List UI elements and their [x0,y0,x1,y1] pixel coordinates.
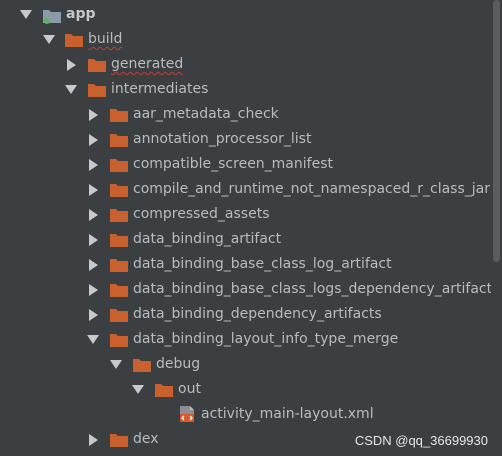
folder-icon [110,258,128,272]
tree-node-activity-main-layout-xml[interactable]: activity_main-layout.xml [0,402,502,427]
tree-node-compressed-assets[interactable]: compressed_assets [0,202,502,227]
watermark: CSDN @qq_36699930 [354,433,488,448]
collapse-arrow-icon[interactable] [89,284,98,296]
collapse-arrow-icon[interactable] [89,159,98,171]
tree-node-aar-metadata-check[interactable]: aar_metadata_check [0,102,502,127]
folder-icon [110,133,128,147]
tree-node-build[interactable]: build [0,27,502,52]
expand-arrow-icon[interactable] [110,360,122,369]
folder-icon [110,333,128,347]
tree-node-label: dex [133,431,159,447]
xml-file-icon [179,406,195,423]
collapse-arrow-icon[interactable] [67,59,76,71]
tree-node-label: activity_main-layout.xml [201,406,374,422]
folder-icon [110,108,128,122]
folder-icon [110,233,128,247]
collapse-arrow-icon[interactable] [89,134,98,146]
collapse-arrow-icon[interactable] [89,209,98,221]
folder-icon [133,358,151,372]
folder-icon [110,183,128,197]
collapse-arrow-icon[interactable] [89,184,98,196]
tree-node-debug[interactable]: debug [0,352,502,377]
collapse-arrow-icon[interactable] [89,109,98,121]
tree-node-annotation-processor-list[interactable]: annotation_processor_list [0,127,502,152]
tree-node-compile-and-runtime-r-class-jar[interactable]: compile_and_runtime_not_namespaced_r_cla… [0,177,490,202]
tree-node-label: compatible_screen_manifest [133,156,333,172]
folder-icon [110,283,128,297]
tree-node-data-binding-base-class-logs-dependency-artifacts[interactable]: data_binding_base_class_logs_dependency_… [0,277,502,302]
collapse-arrow-icon[interactable] [89,259,98,271]
collapse-arrow-icon[interactable] [89,309,98,321]
folder-icon [155,383,173,397]
folder-icon [110,158,128,172]
tree-node-label: intermediates [111,81,209,97]
tree-node-data-binding-base-class-log-artifact[interactable]: data_binding_base_class_log_artifact [0,252,502,277]
tree-node-label: data_binding_dependency_artifacts [133,306,382,322]
tree-node-data-binding-artifact[interactable]: data_binding_artifact [0,227,502,252]
tree-node-label: annotation_processor_list [133,131,312,147]
module-folder-icon [42,8,62,24]
tree-node-label: data_binding_artifact [133,231,282,247]
tree-node-intermediates[interactable]: intermediates [0,77,502,102]
tree-node-label: app [66,6,96,22]
tree-node-label: out [178,381,201,397]
tree-node-label: compressed_assets [133,206,270,222]
expand-arrow-icon[interactable] [43,35,55,44]
expand-arrow-icon[interactable] [65,85,77,94]
tree-node-data-binding-layout-info-type-merge[interactable]: data_binding_layout_info_type_merge [0,327,502,352]
tree-node-label: data_binding_base_class_logs_dependency_… [133,281,500,297]
tree-node-label: data_binding_base_class_log_artifact [133,256,392,272]
vertical-scrollbar[interactable] [491,0,502,456]
tree-node-label: compile_and_runtime_not_namespaced_r_cla… [133,181,490,197]
tree-node-out[interactable]: out [0,377,502,402]
folder-icon [88,58,106,72]
tree-node-label: build [88,31,123,47]
tree-node-label: generated [111,56,184,72]
folder-icon [110,208,128,222]
tree-node-app[interactable]: app [0,2,502,27]
tree-node-data-binding-dependency-artifacts[interactable]: data_binding_dependency_artifacts [0,302,502,327]
scrollbar-thumb[interactable] [493,0,500,262]
folder-icon [65,33,83,47]
tree-node-label: data_binding_layout_info_type_merge [133,331,399,347]
expand-arrow-icon[interactable] [87,335,99,344]
collapse-arrow-icon[interactable] [89,234,98,246]
folder-icon [110,433,128,447]
expand-arrow-icon[interactable] [132,385,144,394]
tree-node-generated[interactable]: generated [0,52,502,77]
folder-icon [88,83,106,97]
folder-icon [110,308,128,322]
tree-node-label: aar_metadata_check [133,106,279,122]
project-tree: app build generated intermediates aar_me… [0,0,502,456]
collapse-arrow-icon[interactable] [89,434,98,446]
tree-node-compatible-screen-manifest[interactable]: compatible_screen_manifest [0,152,502,177]
tree-node-label: debug [156,356,201,372]
expand-arrow-icon[interactable] [20,10,32,19]
